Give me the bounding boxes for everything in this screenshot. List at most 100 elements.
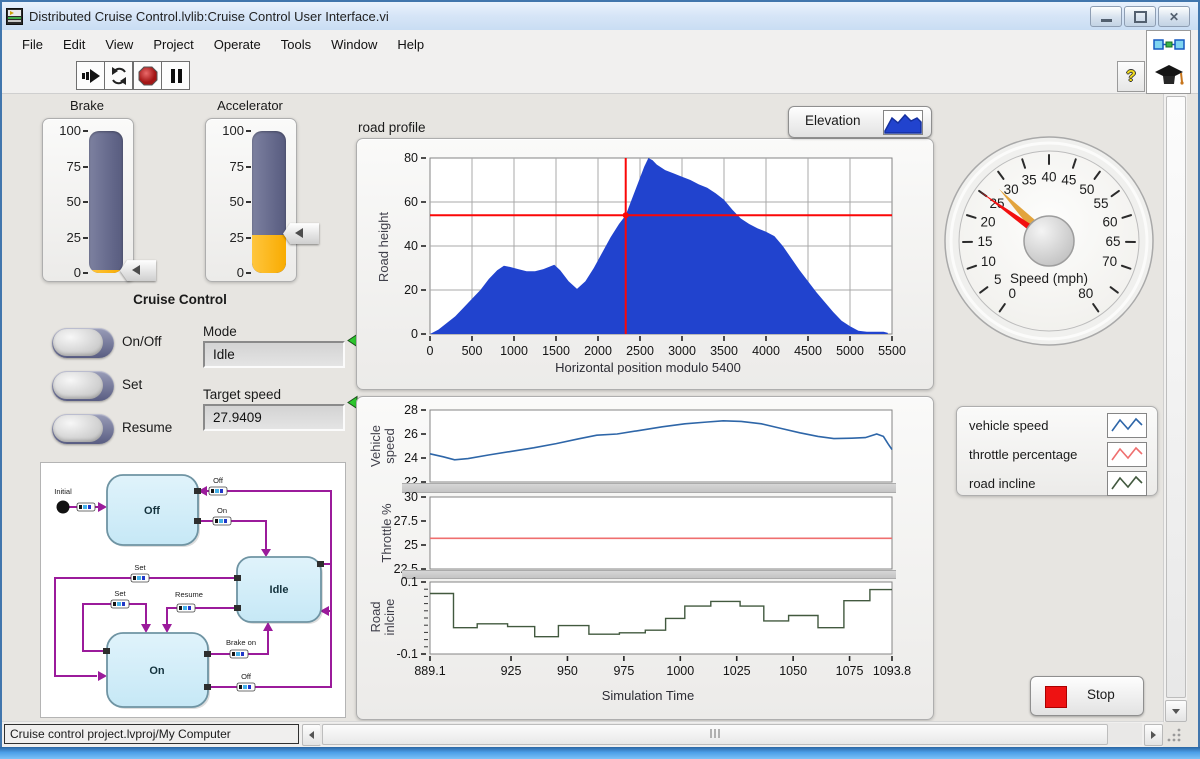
svg-text:Brake on: Brake on — [226, 638, 256, 647]
svg-text:1000: 1000 — [666, 664, 694, 678]
set-toggle[interactable] — [52, 371, 114, 401]
left-arrow-icon — [309, 731, 314, 739]
vscroll-down-button[interactable] — [1165, 700, 1187, 722]
elevation-legend-label: Elevation — [805, 113, 861, 128]
onoff-label: On/Off — [122, 334, 162, 349]
close-button[interactable]: ✕ — [1158, 6, 1190, 27]
brake-scale-0: 0 — [73, 265, 81, 280]
brake-pointer[interactable] — [120, 260, 156, 282]
legend-label: vehicle speed — [969, 418, 1049, 433]
brake-scale-100: 100 — [59, 123, 81, 138]
legend-item-road-incline[interactable]: road incline — [957, 469, 1157, 498]
accel-scale-25: 25 — [229, 229, 244, 245]
road-profile-chart[interactable]: 0 20 40 60 80 0 500 1000 1500 2000 2500 3000 3500 400… — [398, 146, 938, 364]
legend-label: throttle percentage — [969, 447, 1078, 462]
transition-chip — [76, 502, 96, 512]
resume-toggle[interactable] — [52, 414, 114, 444]
svg-text:26: 26 — [404, 427, 418, 441]
hscroll-right-button[interactable] — [1144, 724, 1163, 746]
svg-text:4500: 4500 — [794, 344, 822, 358]
svg-text:500: 500 — [462, 344, 483, 358]
legend-swatch — [1107, 413, 1147, 438]
svg-text:Off: Off — [144, 505, 160, 517]
execution-target-indicator[interactable]: Cruise control project.lvproj/My Compute… — [4, 724, 299, 744]
menu-item-operate[interactable]: Operate — [204, 33, 271, 56]
accelerator-slider[interactable]: 100 75 50 25 0 — [205, 118, 297, 282]
brake-scale: 100 75 50 25 0 — [45, 123, 81, 280]
menu-item-tools[interactable]: Tools — [271, 33, 321, 56]
menu-item-file[interactable]: File — [12, 33, 53, 56]
menu-item-help[interactable]: Help — [387, 33, 434, 56]
elevation-legend-button[interactable]: Elevation — [788, 106, 932, 138]
block-diagram-icon — [1152, 39, 1185, 50]
down-arrow-icon — [1172, 708, 1180, 714]
legend-label: road incline — [969, 476, 1036, 491]
minimize-icon — [1100, 18, 1112, 22]
menu-item-edit[interactable]: Edit — [53, 33, 95, 56]
road-profile-ylabel: Road height — [376, 211, 391, 283]
elevation-plot-swatch — [883, 110, 923, 135]
legend-item-vehicle-speed[interactable]: vehicle speed — [957, 411, 1157, 440]
window-title: Distributed Cruise Control.lvlib:Cruise … — [29, 8, 389, 24]
svg-text:889.1: 889.1 — [414, 664, 445, 678]
run-button[interactable] — [77, 62, 105, 89]
labview-window: Distributed Cruise Control.lvlib:Cruise … — [0, 0, 1200, 759]
title-bar[interactable]: Distributed Cruise Control.lvlib:Cruise … — [2, 2, 1198, 31]
stop-label: Stop — [1087, 687, 1115, 702]
road-incline-chart: 0.1 -0.1 889.1 925 950 975 1000 1025 1050 1075 109… — [396, 575, 911, 678]
mode-value: Idle — [213, 347, 235, 362]
hscroll-thumb[interactable] — [322, 724, 1108, 745]
state-off: Off — [106, 474, 200, 547]
pause-icon — [170, 68, 182, 83]
svg-text:15: 15 — [977, 234, 992, 249]
svg-text:3500: 3500 — [710, 344, 738, 358]
svg-text:1075: 1075 — [836, 664, 864, 678]
svg-text:On: On — [217, 506, 227, 515]
line-plot-icon — [1111, 417, 1143, 432]
accel-scale-0: 0 — [236, 265, 244, 280]
svg-text:2500: 2500 — [626, 344, 654, 358]
accel-scale-75: 75 — [229, 158, 244, 174]
brake-scale-50: 50 — [66, 194, 81, 209]
accelerator-track[interactable] — [252, 131, 286, 273]
legend-swatch — [1107, 442, 1147, 467]
execution-target-text: Cruise control project.lvproj/My Compute… — [10, 727, 231, 741]
brake-slider[interactable]: 100 75 50 25 0 — [42, 118, 134, 282]
stop-button[interactable]: Stop — [1030, 676, 1144, 716]
run-continuously-button[interactable] — [105, 62, 132, 89]
pause-button[interactable] — [162, 62, 189, 89]
svg-text:1093.8: 1093.8 — [873, 664, 911, 678]
menu-item-window[interactable]: Window — [321, 33, 387, 56]
resize-grip[interactable] — [1163, 722, 1187, 746]
abort-button[interactable] — [134, 62, 162, 89]
svg-text:35: 35 — [1022, 173, 1037, 188]
vscroll-thumb[interactable] — [1166, 96, 1186, 698]
vehicle-speed-ylabel: Vehicle speed — [368, 425, 397, 467]
minimize-button[interactable] — [1090, 6, 1122, 27]
cruise-control-heading: Cruise Control — [133, 292, 227, 307]
svg-text:1025: 1025 — [723, 664, 751, 678]
legend-item-throttle-percentage[interactable]: throttle percentage — [957, 440, 1157, 469]
menu-item-project[interactable]: Project — [143, 33, 203, 56]
onoff-toggle[interactable] — [52, 328, 114, 358]
hscroll-left-button[interactable] — [302, 724, 321, 746]
menu-item-view[interactable]: View — [95, 33, 143, 56]
onoff-knob — [53, 329, 103, 356]
accel-scale-50: 50 — [229, 194, 244, 209]
svg-text:65: 65 — [1105, 234, 1120, 249]
restore-button[interactable] — [1124, 6, 1156, 27]
vscroll-track[interactable] — [1163, 94, 1187, 722]
hscroll-track[interactable] — [320, 723, 1142, 745]
svg-text:30: 30 — [1004, 182, 1019, 197]
mode-field: Idle — [203, 341, 345, 368]
right-arrow-icon — [1151, 731, 1156, 739]
svg-text:5000: 5000 — [836, 344, 864, 358]
vi-icon-box[interactable] — [1146, 30, 1191, 94]
accelerator-pointer[interactable] — [283, 223, 319, 245]
svg-text:1050: 1050 — [779, 664, 807, 678]
svg-text:950: 950 — [557, 664, 578, 678]
svg-text:5500: 5500 — [878, 344, 906, 358]
initial-state-dot — [56, 500, 70, 514]
brake-track[interactable] — [89, 131, 123, 273]
help-button[interactable]: ? — [1117, 61, 1145, 92]
